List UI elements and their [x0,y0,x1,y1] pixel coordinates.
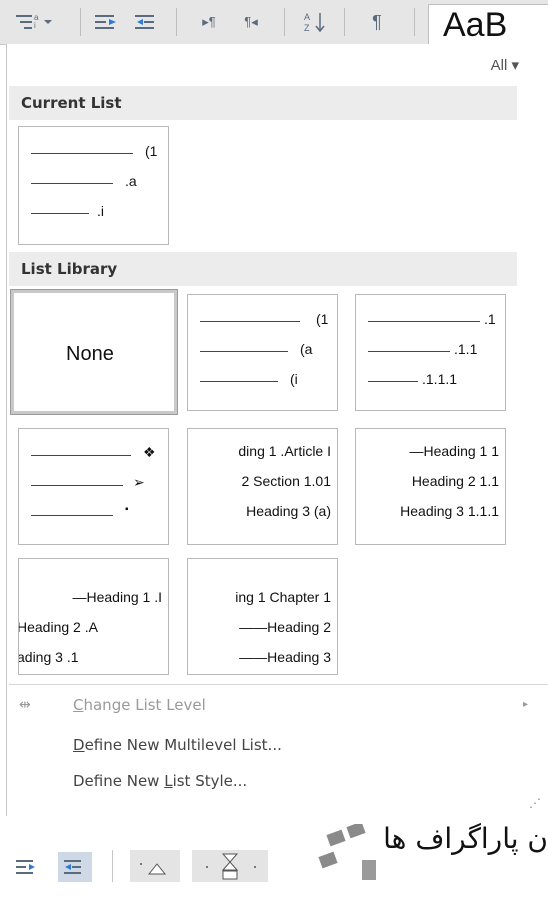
list-level-2-sample: ——Heading 2 [239,619,331,635]
list-level-3-sample: ——Heading 3 [239,649,331,665]
sort-button[interactable]: A Z [298,8,332,36]
ltr-paragraph-icon: ▸¶ [202,14,216,29]
list-style-article-section-tile[interactable]: ding 1 .Article I 2 Section 1.01 Heading… [187,428,338,545]
list-library-heading: List Library [9,252,517,286]
list-style-chapter-tile[interactable]: ing 1 Chapter 1 ——Heading 2 ——Heading 3 [187,558,338,675]
list-level-1-sample: —Heading 1 .I [72,589,163,605]
rtl-paragraph-icon: ¶◂ [244,14,258,29]
increase-indent-button[interactable] [58,852,92,882]
resize-grip-icon[interactable]: ⋰ [529,796,541,810]
diamond-bullet-icon: ❖ [143,444,156,460]
document-heading-text: ن پاراگراف ها [383,822,548,855]
menu-divider [9,684,548,685]
svg-text:Z: Z [304,23,310,33]
styles-gallery-preview[interactable]: AaB [428,4,548,46]
list-filter-dropdown[interactable]: All ▾ [491,56,519,74]
list-level-3-marker: (i [290,371,298,387]
decrease-indent-button[interactable] [92,8,122,36]
list-level-2-sample: 2 Section 1.01 [241,473,331,489]
list-style-numbered-tile[interactable]: .1 .1.1 .1.1.1 [355,294,506,411]
decrease-indent-button[interactable] [12,854,42,880]
ruler-indent-marker[interactable] [130,850,180,882]
list-level-1-sample: ing 1 Chapter 1 [235,589,331,605]
toolbar-divider [112,850,113,882]
list-level-2-marker: .a [125,173,137,189]
multilevel-list-dropdown: All ▾ Current List (1 .a .i List Library… [6,44,548,816]
change-level-accesskey: C [73,696,84,714]
list-style-paren-tile[interactable]: (1 (a (i [187,294,338,411]
list-style-none-tile[interactable]: None [10,289,178,415]
svg-text:A: A [304,12,310,22]
multilevel-list-icon: a i [16,13,52,30]
list-style-heading-roman-tile[interactable]: —Heading 1 .I Heading 2 .A ading 3 .1 [18,558,169,675]
list-level-1-marker: (1 [316,311,329,327]
decrease-indent-icon [16,860,35,874]
increase-indent-button[interactable] [132,8,162,36]
increase-indent-icon [64,860,81,874]
pilcrow-icon: ¶ [372,11,382,32]
watermark-shape-icon [318,821,376,880]
define-style-label-a: Define New [73,772,165,790]
square-bullet-icon: ▪ [125,504,129,515]
list-level-2-sample: Heading 2 1.1 [411,473,499,489]
list-level-3-sample: Heading 3 (a) [246,503,331,519]
list-level-2-marker: (a [300,341,313,357]
toolbar-divider [80,8,81,36]
list-level-3-sample: Heading 3 1.1.1 [400,503,499,519]
none-label: None [66,343,114,365]
list-level-2-marker: .1.1 [454,341,478,357]
list-style-heading-numbered-tile[interactable]: —Heading 1 1 Heading 2 1.1 Heading 3 1.1… [355,428,506,545]
first-line-indent-icon [140,863,167,875]
ribbon-toolbar: a i ▸¶ ¶◂ A Z ¶ AaB [0,0,548,46]
change-level-icon: ⇹ [19,697,31,713]
increase-indent-icon [135,15,154,29]
rtl-paragraph-button[interactable]: ¶◂ [234,8,268,36]
toolbar-divider [344,8,345,36]
list-style-bullets-tile[interactable]: ❖ ➢ ▪ [18,428,169,545]
list-level-3-marker: .i [97,203,104,219]
change-list-level-menu-item[interactable]: ⇹ Change List Level ▸ [7,688,547,722]
ruler-hanging-indent-marker[interactable] [192,850,268,882]
define-style-accesskey: L [164,772,173,790]
decrease-indent-icon [95,15,116,29]
current-list-heading: Current List [9,86,517,120]
list-level-1-sample: ding 1 .Article I [238,443,331,459]
define-multilevel-list-menu-item[interactable]: Define New Multilevel List... [7,728,547,762]
define-multilevel-accesskey: D [73,736,85,754]
current-list-tile[interactable]: (1 .a .i [18,126,169,245]
list-level-3-sample: ading 3 .1 [18,649,79,665]
list-level-1-sample: —Heading 1 1 [409,443,499,459]
define-list-style-menu-item[interactable]: Define New List Style... [7,764,547,798]
sort-icon: A Z [304,12,325,33]
ltr-paragraph-button[interactable]: ▸¶ [192,8,226,36]
define-style-label-b: ist Style... [172,772,248,790]
toolbar-divider [176,8,177,36]
multilevel-list-button[interactable]: a i [6,8,62,36]
svg-text:i: i [34,21,36,30]
list-level-1-marker: .1 [484,311,496,327]
list-level-1-marker: (1 [145,143,158,159]
list-level-2-sample: Heading 2 .A [18,619,98,635]
list-level-3-marker: .1.1.1 [422,371,458,387]
define-multilevel-label: efine New Multilevel List... [84,736,282,754]
submenu-arrow-icon: ▸ [523,699,529,710]
change-level-label: hange List Level [83,696,206,714]
toolbar-divider [284,8,285,36]
hanging-indent-icon [206,853,256,880]
toolbar-divider [414,8,415,36]
arrow-bullet-icon: ➢ [133,474,145,490]
show-marks-button[interactable]: ¶ [360,8,394,36]
